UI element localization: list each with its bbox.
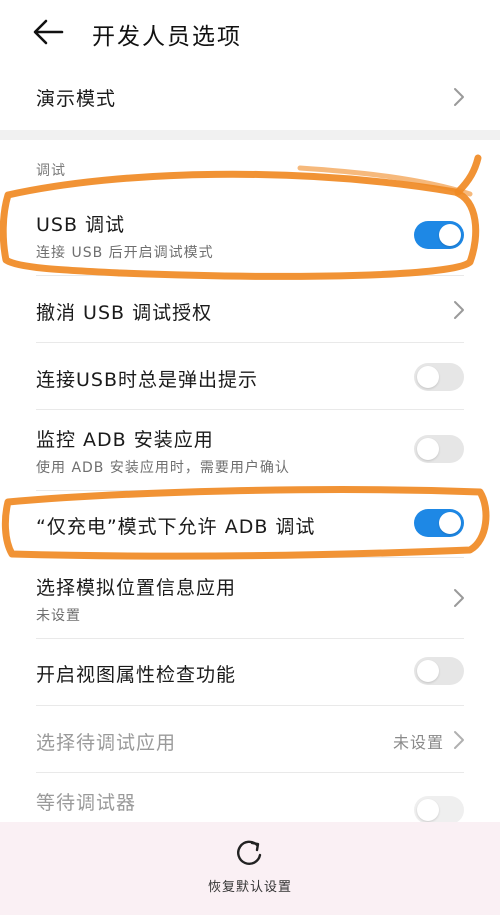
view-attr-title: 开启视图属性检查功能 <box>36 664 237 686</box>
usb-prompt-toggle[interactable] <box>414 363 464 391</box>
monitor-adb-toggle[interactable] <box>414 435 464 463</box>
usb-debugging-row[interactable]: USB 调试 连接 USB 后开启调试模式 <box>0 196 500 276</box>
section-gap <box>0 130 500 140</box>
mock-location-title: 选择模拟位置信息应用 <box>36 577 237 599</box>
mock-location-subtitle: 未设置 <box>36 608 81 624</box>
toggle-knob <box>417 799 439 821</box>
divider <box>36 705 464 706</box>
divider <box>36 557 464 558</box>
chevron-right-icon <box>454 301 464 319</box>
toggle-knob <box>417 438 439 460</box>
divider <box>36 409 464 410</box>
view-attr-row[interactable]: 开启视图属性检查功能 <box>0 640 500 706</box>
divider <box>36 490 464 491</box>
debug-app-value: 未设置 <box>392 733 444 752</box>
debug-app-title: 选择待调试应用 <box>36 732 177 754</box>
chevron-right-icon <box>454 589 464 607</box>
view-attr-toggle[interactable] <box>414 657 464 685</box>
usb-debugging-title: USB 调试 <box>36 214 126 236</box>
usb-debugging-toggle[interactable] <box>414 221 464 249</box>
app-header: 开发人员选项 <box>0 0 500 64</box>
divider <box>36 772 464 773</box>
refresh-icon[interactable] <box>232 836 266 870</box>
revoke-usb-title: 撤消 USB 调试授权 <box>36 302 213 324</box>
usb-prompt-title: 连接USB时总是弹出提示 <box>36 369 259 391</box>
toggle-knob <box>439 512 461 534</box>
chevron-right-icon <box>454 88 464 106</box>
chevron-right-icon <box>454 731 464 749</box>
demo-mode-row[interactable]: 演示模式 <box>0 64 500 130</box>
toggle-knob <box>417 366 439 388</box>
mock-location-row[interactable]: 选择模拟位置信息应用 未设置 <box>0 559 500 639</box>
reset-defaults-bar[interactable]: 恢复默认设置 <box>0 822 500 915</box>
demo-mode-title: 演示模式 <box>36 88 117 110</box>
toggle-knob <box>439 224 461 246</box>
toggle-knob <box>417 660 439 682</box>
reset-defaults-label: 恢复默认设置 <box>207 880 292 895</box>
charge-only-adb-toggle[interactable] <box>414 509 464 537</box>
charge-only-adb-title: “仅充电”模式下允许 ADB 调试 <box>36 516 316 538</box>
monitor-adb-subtitle: 使用 ADB 安装应用时，需要用户确认 <box>36 460 290 476</box>
divider <box>36 275 464 276</box>
charge-only-adb-row[interactable]: “仅充电”模式下允许 ADB 调试 <box>0 492 500 558</box>
wait-debugger-row[interactable]: 等待调试器 <box>0 774 500 824</box>
page-title: 开发人员选项 <box>92 24 242 50</box>
section-header-debug: 调试 <box>36 163 66 179</box>
monitor-adb-title: 监控 ADB 安装应用 <box>36 429 214 451</box>
divider <box>36 638 464 639</box>
debug-app-row[interactable]: 选择待调试应用 未设置 <box>0 707 500 773</box>
wait-debugger-title: 等待调试器 <box>36 792 137 814</box>
usb-prompt-row[interactable]: 连接USB时总是弹出提示 <box>0 344 500 410</box>
divider <box>36 342 464 343</box>
back-arrow-icon[interactable] <box>30 16 66 48</box>
monitor-adb-row[interactable]: 监控 ADB 安装应用 使用 ADB 安装应用时，需要用户确认 <box>0 411 500 491</box>
usb-debugging-subtitle: 连接 USB 后开启调试模式 <box>36 245 214 261</box>
wait-debugger-toggle[interactable] <box>414 796 464 824</box>
revoke-usb-row[interactable]: 撤消 USB 调试授权 <box>0 277 500 343</box>
